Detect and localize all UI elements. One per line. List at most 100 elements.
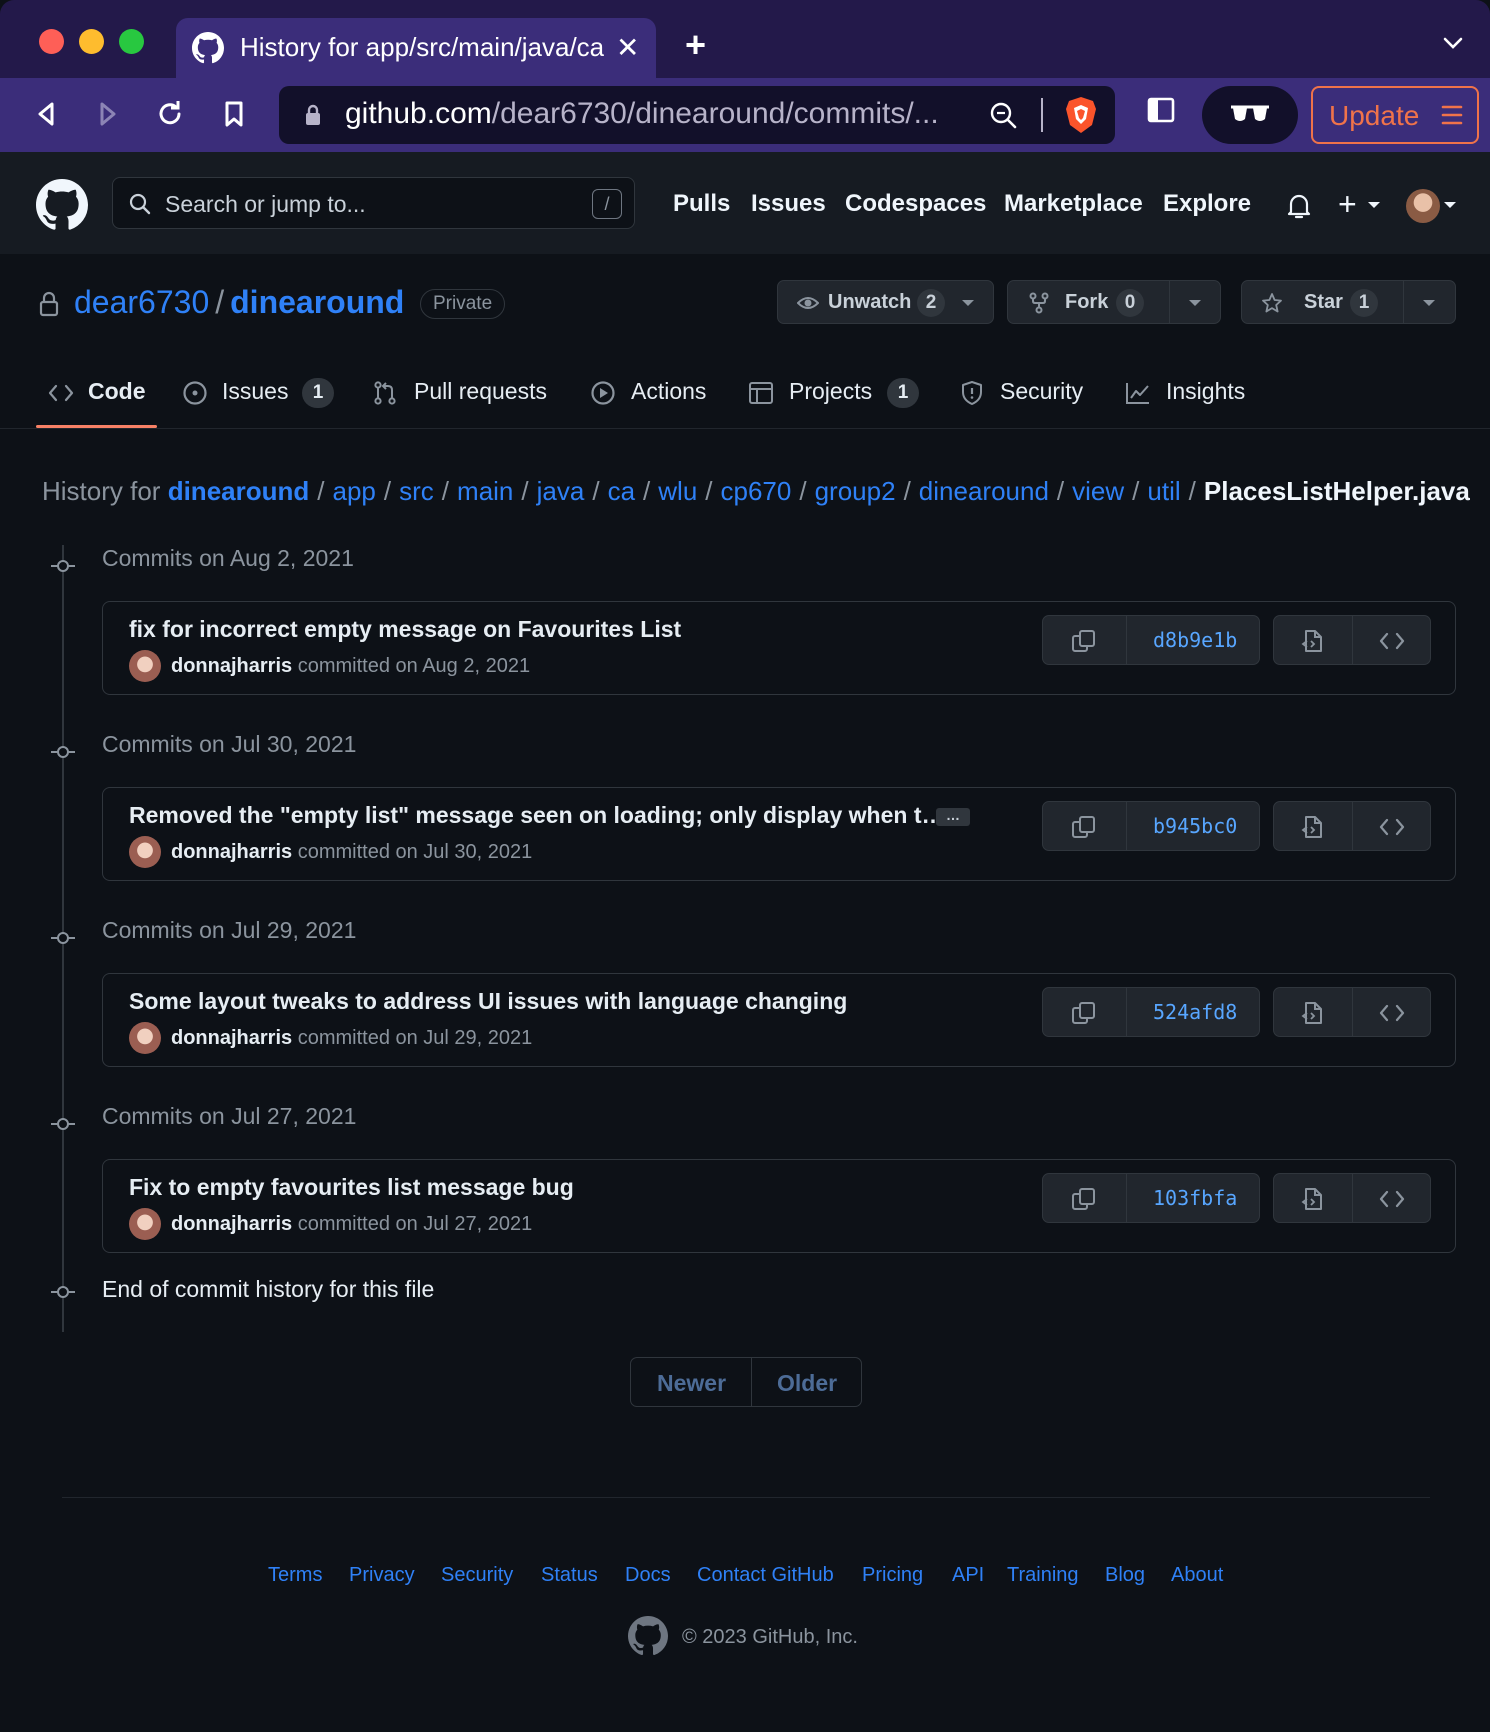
commit-sha-link[interactable]: 524afd8 bbox=[1153, 1000, 1237, 1024]
tab-close-icon[interactable]: ✕ bbox=[616, 31, 639, 64]
browse-repo-at-commit-button[interactable] bbox=[1353, 802, 1431, 850]
tab-projects[interactable]: Projects 1 bbox=[748, 372, 923, 428]
nav-pulls[interactable]: Pulls bbox=[673, 190, 730, 218]
fork-button[interactable]: Fork 0 bbox=[1007, 280, 1221, 324]
zoom-icon[interactable] bbox=[989, 101, 1017, 129]
breadcrumb-path-link[interactable]: util bbox=[1147, 476, 1180, 506]
breadcrumb-path-link[interactable]: wlu bbox=[658, 476, 697, 506]
footer-link[interactable]: Security bbox=[441, 1564, 513, 1587]
forward-icon[interactable] bbox=[92, 98, 124, 130]
tab-insights[interactable]: Insights bbox=[1125, 372, 1255, 428]
commit-message-link[interactable]: fix for incorrect empty message on Favou… bbox=[129, 616, 681, 643]
copy-sha-button[interactable] bbox=[1043, 616, 1126, 664]
window-close-button[interactable] bbox=[39, 29, 64, 54]
view-file-at-commit-button[interactable] bbox=[1274, 616, 1352, 664]
copy-sha-button[interactable] bbox=[1043, 802, 1126, 850]
sidebar-toggle-icon[interactable] bbox=[1146, 95, 1176, 125]
commit-message-link[interactable]: Removed the "empty list" message seen on… bbox=[129, 802, 945, 829]
repo-owner-link[interactable]: dear6730 bbox=[74, 284, 209, 320]
author-avatar[interactable] bbox=[129, 1208, 161, 1240]
repo-name-link[interactable]: dinearound bbox=[230, 284, 404, 320]
author-avatar[interactable] bbox=[129, 836, 161, 868]
user-menu-caret-icon[interactable] bbox=[1444, 202, 1456, 208]
breadcrumb-path-link[interactable]: dinearound bbox=[919, 476, 1049, 506]
newer-button[interactable]: Newer bbox=[657, 1370, 726, 1397]
back-icon[interactable] bbox=[30, 98, 62, 130]
commit-author-link[interactable]: donnajharris bbox=[171, 655, 292, 677]
breadcrumb-path-link[interactable]: group2 bbox=[815, 476, 896, 506]
window-zoom-button[interactable] bbox=[119, 29, 144, 54]
view-file-at-commit-button[interactable] bbox=[1274, 802, 1352, 850]
footer-link[interactable]: Docs bbox=[625, 1564, 671, 1587]
copy-sha-button[interactable] bbox=[1043, 1174, 1126, 1222]
github-footer-logo-icon[interactable] bbox=[628, 1616, 668, 1656]
nav-issues[interactable]: Issues bbox=[751, 190, 826, 218]
bookmark-icon[interactable] bbox=[218, 98, 250, 130]
commit-sha-link[interactable]: d8b9e1b bbox=[1153, 628, 1237, 652]
tab-pull-requests[interactable]: Pull requests bbox=[372, 372, 552, 428]
breadcrumb-path-link[interactable]: src bbox=[399, 476, 434, 506]
browse-repo-at-commit-button[interactable] bbox=[1353, 616, 1431, 664]
brave-shields-icon[interactable] bbox=[1063, 95, 1099, 135]
user-avatar[interactable] bbox=[1406, 189, 1440, 223]
footer-link[interactable]: Training bbox=[1007, 1564, 1079, 1587]
footer-link[interactable]: Contact GitHub bbox=[697, 1564, 834, 1587]
reload-icon[interactable] bbox=[154, 98, 186, 130]
tab-actions[interactable]: Actions bbox=[590, 372, 720, 428]
author-avatar[interactable] bbox=[129, 1022, 161, 1054]
commit-author-link[interactable]: donnajharris bbox=[171, 1213, 292, 1235]
breadcrumb-path-link[interactable]: cp670 bbox=[721, 476, 792, 506]
commit-author-link[interactable]: donnajharris bbox=[171, 1027, 292, 1049]
tab-security[interactable]: Security bbox=[959, 372, 1089, 428]
create-new-plus-icon[interactable]: + bbox=[1338, 188, 1357, 220]
commit-sha-link[interactable]: b945bc0 bbox=[1153, 814, 1237, 838]
breadcrumb-path-link[interactable]: main bbox=[457, 476, 513, 506]
tab-list-chevron-icon[interactable] bbox=[1442, 32, 1464, 54]
search-input[interactable]: Search or jump to... / bbox=[112, 177, 635, 229]
breadcrumb-path-link[interactable]: ca bbox=[608, 476, 635, 506]
private-window-button[interactable] bbox=[1202, 86, 1298, 144]
browse-repo-at-commit-button[interactable] bbox=[1353, 988, 1431, 1036]
footer-link[interactable]: Blog bbox=[1105, 1564, 1145, 1587]
fork-caret-icon[interactable] bbox=[1189, 300, 1201, 306]
commit-message-link[interactable]: Fix to empty favourites list message bug bbox=[129, 1174, 574, 1201]
notifications-bell-icon[interactable] bbox=[1286, 192, 1312, 220]
older-button[interactable]: Older bbox=[777, 1370, 837, 1397]
create-new-caret-icon[interactable] bbox=[1368, 202, 1380, 208]
github-logo-icon[interactable] bbox=[36, 179, 88, 231]
new-tab-icon[interactable]: + bbox=[685, 24, 706, 66]
copy-sha-button[interactable] bbox=[1043, 988, 1126, 1036]
update-button[interactable]: Update bbox=[1311, 86, 1479, 144]
commit-author-link[interactable]: donnajharris bbox=[171, 841, 292, 863]
browser-tab-active[interactable]: History for app/src/main/java/ca/wlu/cp6… bbox=[176, 18, 656, 78]
star-caret-icon[interactable] bbox=[1423, 300, 1435, 306]
footer-link[interactable]: Pricing bbox=[862, 1564, 923, 1587]
breadcrumb-path-link[interactable]: app bbox=[333, 476, 376, 506]
commit-message-link[interactable]: Some layout tweaks to address UI issues … bbox=[129, 988, 847, 1015]
nav-explore[interactable]: Explore bbox=[1163, 190, 1251, 218]
tab-issues[interactable]: Issues 1 bbox=[182, 372, 337, 428]
timeline-commit-node-icon bbox=[51, 746, 75, 758]
tab-code[interactable]: Code bbox=[48, 372, 158, 428]
unwatch-button[interactable]: Unwatch 2 bbox=[777, 280, 994, 324]
expand-message-button[interactable]: … bbox=[936, 808, 970, 826]
star-button[interactable]: Star 1 bbox=[1241, 280, 1456, 324]
footer-link[interactable]: Status bbox=[541, 1564, 598, 1587]
window-minimize-button[interactable] bbox=[79, 29, 104, 54]
footer-link[interactable]: API bbox=[952, 1564, 984, 1587]
footer-link[interactable]: Terms bbox=[268, 1564, 322, 1587]
view-file-at-commit-button[interactable] bbox=[1274, 1174, 1352, 1222]
author-avatar[interactable] bbox=[129, 650, 161, 682]
breadcrumb-path-link[interactable]: java bbox=[537, 476, 585, 506]
breadcrumb-repo-link[interactable]: dinearound bbox=[168, 476, 310, 506]
view-file-at-commit-button[interactable] bbox=[1274, 988, 1352, 1036]
nav-codespaces[interactable]: Codespaces bbox=[845, 190, 986, 218]
browse-repo-at-commit-button[interactable] bbox=[1353, 1174, 1431, 1222]
commit-meta: donnajharris committed on Jul 27, 2021 bbox=[171, 1213, 532, 1236]
footer-link[interactable]: Privacy bbox=[349, 1564, 415, 1587]
nav-marketplace[interactable]: Marketplace bbox=[1004, 190, 1143, 218]
address-bar[interactable]: github.com/dear6730/dinearound/commits/.… bbox=[279, 86, 1115, 144]
breadcrumb-path-link[interactable]: view bbox=[1072, 476, 1124, 506]
footer-link[interactable]: About bbox=[1171, 1564, 1223, 1587]
commit-sha-link[interactable]: 103fbfa bbox=[1153, 1186, 1237, 1210]
